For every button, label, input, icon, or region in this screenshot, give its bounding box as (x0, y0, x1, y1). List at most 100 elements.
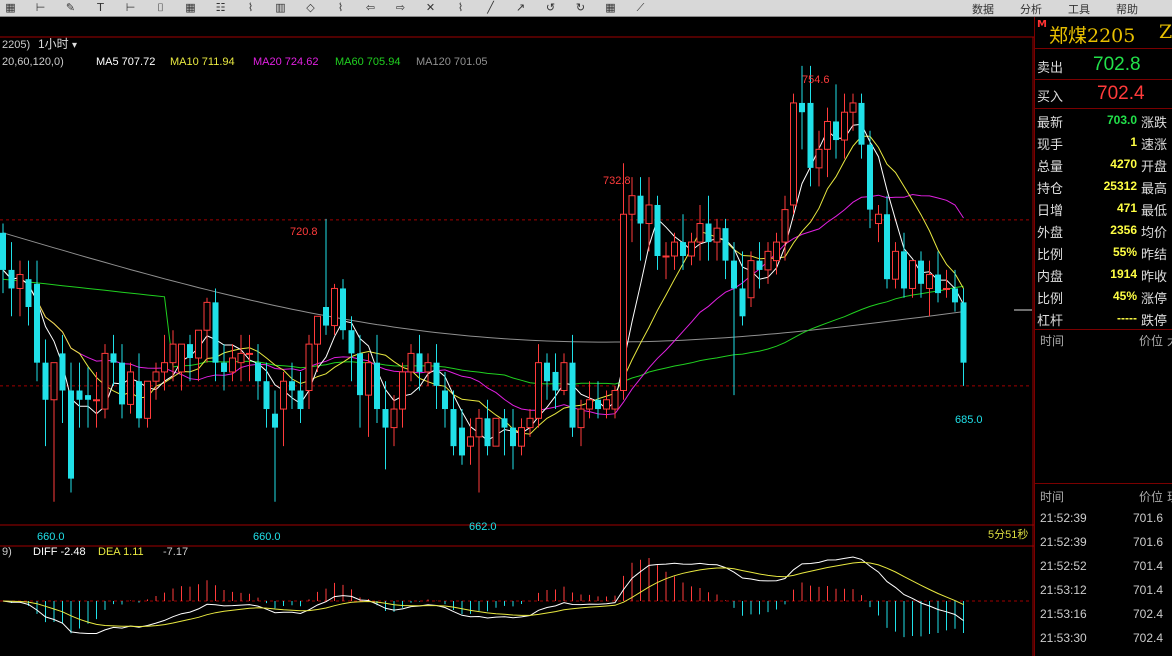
candle-body-up[interactable] (535, 362, 542, 419)
candle-body-down[interactable] (297, 390, 304, 410)
candle-body-down[interactable] (42, 362, 49, 400)
candle-body-up[interactable] (620, 213, 627, 391)
candle-body-up[interactable] (603, 399, 610, 410)
candle-body-up[interactable] (195, 329, 202, 359)
chart-icon[interactable]: ⌇ (334, 1, 347, 14)
candle-body-down[interactable] (323, 307, 329, 326)
chart-icon[interactable]: ⌇ (454, 1, 467, 14)
candle-body-up[interactable] (152, 371, 160, 382)
candle-body-up[interactable] (475, 417, 483, 438)
tick-row[interactable]: 21:52:39 701.6 (1035, 535, 1172, 557)
menu-item[interactable]: 工具 (1068, 1, 1090, 16)
candle-body-up[interactable] (824, 120, 831, 150)
candle-body-up[interactable] (790, 102, 797, 206)
tick-row[interactable]: 21:53:30 702.4 (1035, 631, 1172, 653)
candle-body-up[interactable] (943, 287, 950, 290)
tick-row[interactable]: 21:52:52 701.4 (1035, 559, 1172, 581)
candle-body-down[interactable] (212, 302, 219, 363)
candle-body-up[interactable] (246, 352, 253, 355)
arrow-left-icon[interactable]: ⇦ (364, 1, 377, 14)
candle-body-down[interactable] (25, 279, 32, 308)
candle-body-up[interactable] (424, 362, 432, 373)
candle-body-down[interactable] (374, 362, 380, 410)
candle-body-up[interactable] (161, 362, 168, 373)
candle-body-up[interactable] (101, 352, 109, 410)
candle-body-down[interactable] (289, 381, 295, 391)
candle-body-down[interactable] (68, 390, 74, 479)
candle-body-up[interactable] (526, 417, 534, 429)
candle-body-up[interactable] (696, 223, 704, 243)
candle-body-down[interactable] (595, 399, 601, 410)
candle-body-up[interactable] (586, 399, 593, 410)
candle-body-up[interactable] (237, 352, 245, 364)
candle-body-down[interactable] (340, 288, 346, 331)
candle-body-up[interactable] (305, 343, 313, 391)
candle-body-up[interactable] (16, 274, 24, 289)
candle-body-up[interactable] (875, 213, 882, 225)
candle-body-up[interactable] (144, 380, 151, 419)
candle-body-up[interactable] (518, 427, 525, 447)
candle-body-down[interactable] (901, 251, 907, 289)
candle-body-down[interactable] (8, 269, 15, 289)
candle-body-down[interactable] (34, 283, 40, 363)
candle-body-up[interactable] (611, 389, 619, 410)
candle-body-down[interactable] (110, 353, 117, 363)
candle-body-up[interactable] (127, 371, 134, 405)
candle-body-up[interactable] (93, 399, 100, 402)
candle-body-up[interactable] (314, 315, 321, 345)
candle-body-down[interactable] (510, 427, 516, 447)
candle-body-down[interactable] (263, 381, 270, 410)
candle-body-up[interactable] (764, 250, 772, 271)
grid-icon[interactable]: ▦ (184, 1, 197, 14)
candle-body-up[interactable] (492, 417, 500, 447)
candle-body-up[interactable] (365, 362, 372, 396)
bar-icon[interactable]: ▥ (274, 1, 287, 14)
candle-body-up[interactable] (849, 102, 857, 113)
line-icon[interactable]: ╱ (484, 1, 497, 14)
candle-body-down[interactable] (136, 381, 142, 419)
candle-body-down[interactable] (918, 260, 924, 284)
candle-body-down[interactable] (637, 195, 644, 224)
arrow-right-icon[interactable]: ⇨ (394, 1, 407, 14)
candle-body-up[interactable] (407, 352, 415, 373)
candle-body-up[interactable] (909, 260, 916, 289)
candle-body-up[interactable] (747, 260, 755, 299)
candle-body-down[interactable] (952, 288, 958, 303)
fan-icon[interactable]: ⟋ (634, 1, 647, 14)
candle-body-down[interactable] (442, 390, 448, 410)
candle-body-down[interactable] (0, 232, 6, 270)
grid-icon[interactable]: ▦ (604, 1, 617, 14)
candle-body-up[interactable] (399, 371, 406, 410)
candle-body-down[interactable] (501, 418, 508, 428)
candle-body-up[interactable] (645, 204, 653, 225)
candle-body-down[interactable] (680, 242, 686, 256)
candle-body-down[interactable] (382, 409, 389, 428)
tick-row[interactable]: 21:52:39 701.6 (1035, 511, 1172, 533)
tick-row[interactable]: 21:53:12 701.4 (1035, 583, 1172, 605)
candle-body-down[interactable] (552, 371, 559, 391)
candle-body-down[interactable] (255, 362, 261, 382)
candle-body-down[interactable] (416, 353, 423, 372)
candle-body-down[interactable] (187, 344, 193, 359)
candle-body-down[interactable] (484, 418, 491, 447)
kline-chart[interactable]: 2205) 1小时 ▾ 20,60,120,0) MA5 707.72 MA10 711.… (0, 17, 1034, 656)
cursor-icon[interactable]: ↗ (514, 1, 527, 14)
bracket-icon[interactable]: ⌷ (154, 1, 167, 14)
pencil-icon[interactable]: ✎ (64, 1, 77, 14)
candle-body-up[interactable] (390, 408, 398, 429)
candle-body-up[interactable] (926, 274, 933, 289)
diamond-icon[interactable]: ◇ (304, 1, 317, 14)
candle-body-down[interactable] (59, 353, 66, 391)
tick-row[interactable]: 21:53:16 702.4 (1035, 607, 1172, 629)
ruler-icon[interactable]: ⊢ (124, 1, 137, 14)
ruler-icon[interactable]: ⊢ (34, 1, 47, 14)
candle-body-up[interactable] (892, 250, 899, 280)
candle-body-down[interactable] (348, 330, 355, 354)
candle-body-up[interactable] (773, 241, 780, 262)
redo-icon[interactable]: ↻ (574, 1, 587, 14)
candle-body-down[interactable] (756, 260, 763, 270)
period-selector[interactable]: 1小时 (38, 37, 69, 51)
candle-body-up[interactable] (178, 343, 185, 373)
candle-body-down[interactable] (858, 102, 865, 145)
grid-icon[interactable]: ▦ (4, 1, 17, 14)
